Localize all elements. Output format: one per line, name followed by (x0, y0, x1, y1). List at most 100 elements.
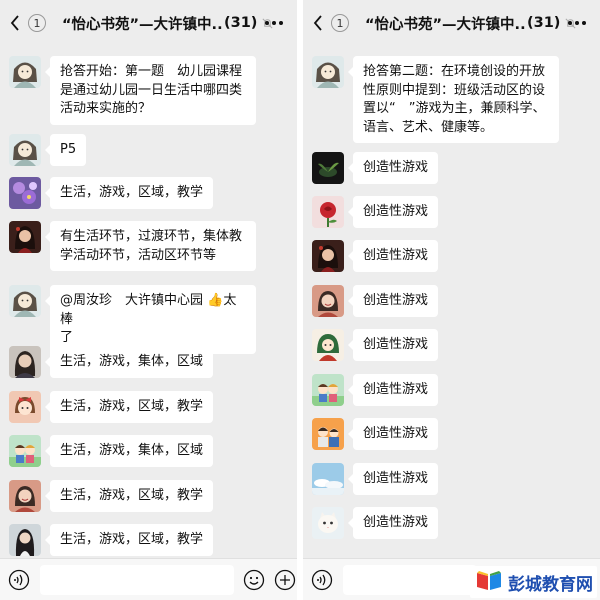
message-bubble[interactable]: 创造性游戏 (347, 152, 439, 184)
message-text-line: 创造性游戏 (363, 160, 429, 175)
message: 创造性游戏 (312, 418, 439, 450)
message-text-line: 置以“ ”游戏为主，兼顾科学、 (363, 101, 546, 116)
avatar-smiling-girl[interactable] (9, 480, 41, 512)
message-bubble[interactable]: 创造性游戏 (347, 285, 439, 317)
message-text-line: 活动来实施的？ (60, 101, 152, 116)
more-icon[interactable] (566, 14, 588, 32)
watermark: 彭城教育网 (470, 566, 597, 598)
message-text-line: @周汝珍 大许镇中心园 👍太棒 (60, 293, 237, 327)
message-bubble[interactable]: 抢答开始：第一题 幼儿园课程 是通过幼儿园一日生活中哪四类 活动来实施的？ (45, 56, 256, 125)
more-icon[interactable] (263, 14, 285, 32)
avatar-girl-sketch[interactable] (9, 56, 41, 88)
book-logo-icon (474, 568, 504, 596)
message-input[interactable] (343, 565, 477, 595)
message-bubble[interactable]: 创造性游戏 (347, 507, 439, 539)
watermark-text: 彭城教育网 (508, 574, 593, 595)
avatar-family-cartoon[interactable] (312, 418, 344, 450)
message-bubble[interactable]: 创造性游戏 (347, 463, 439, 495)
chat-pane-right: 1 “怡心书苑”—大许镇中... (31) 抢答第二题：在环境创设的开放 性原则… (303, 0, 600, 600)
member-count: (31) (527, 15, 561, 31)
unread-badge[interactable]: 1 (28, 14, 46, 32)
chat-input-bar (0, 558, 297, 600)
avatar-long-hair-girl[interactable] (9, 524, 41, 556)
avatar-white-cat[interactable] (312, 507, 344, 539)
message-text-line: 生活，游戏，区域，教学 (60, 185, 204, 200)
chat-pane-left: 1 “怡心书苑”—大许镇中... (31) 抢答开始：第一题 幼儿园课程 是通过… (0, 0, 297, 600)
avatar-dark-portrait[interactable] (9, 221, 41, 253)
message: 创造性游戏 (312, 285, 439, 317)
plus-icon[interactable] (274, 569, 296, 591)
message: 创造性游戏 (312, 196, 439, 228)
chevron-left-icon[interactable] (307, 6, 329, 40)
avatar-girl-sketch[interactable] (9, 285, 41, 317)
avatar-girl-sketch[interactable] (312, 56, 344, 88)
message-bubble[interactable]: 生活，游戏，区域，教学 (44, 480, 214, 512)
avatar-red-rose[interactable] (312, 196, 344, 228)
message-text-line: 生活，游戏，集体，区域 (60, 354, 204, 369)
message: 抢答开始：第一题 幼儿园课程 是通过幼儿园一日生活中哪四类 活动来实施的？ (9, 56, 256, 125)
message-text-line: 创造性游戏 (363, 204, 429, 219)
message-text-line: 创造性游戏 (363, 337, 429, 352)
avatar-dark-plant[interactable] (312, 152, 344, 184)
message-text-line: 生活，游戏，区域，教学 (60, 399, 204, 414)
message-bubble[interactable]: 创造性游戏 (347, 196, 439, 228)
message-bubble[interactable]: @周汝珍 大许镇中心园 👍太棒 了 (45, 285, 256, 354)
message: 生活，游戏，区域，教学 (9, 524, 214, 556)
message: @周汝珍 大许镇中心园 👍太棒 了 (9, 285, 256, 354)
message-input[interactable] (40, 565, 234, 595)
message: 创造性游戏 (312, 152, 439, 184)
message: 创造性游戏 (312, 329, 439, 361)
message-text-line: 创造性游戏 (363, 426, 429, 441)
message-text-line: 有生活环节，过渡环节，集体教 (60, 229, 243, 244)
message: 生活，游戏，区域，教学 (9, 177, 214, 209)
message: 有生活环节，过渡环节，集体教 学活动环节，活动区环节等 (9, 221, 256, 271)
message: 生活，游戏，集体，区域 (9, 346, 214, 378)
chevron-left-icon[interactable] (4, 6, 26, 40)
avatar-girl-bow[interactable] (9, 391, 41, 423)
message: 生活，游戏，区域，教学 (9, 391, 214, 423)
emoji-icon[interactable] (243, 569, 265, 591)
message-text-line: 学活动环节，活动区环节等 (60, 247, 217, 263)
message-bubble[interactable]: 生活，游戏，区域，教学 (44, 524, 214, 556)
message: 生活，游戏，集体，区域 (9, 435, 214, 467)
message-text-line: 了 (60, 330, 74, 345)
message-text-line: 抢答第二题：在环境创设的开放 (363, 64, 546, 79)
message-text-line: 生活，游戏，区域，教学 (60, 488, 204, 503)
message: 创造性游戏 (312, 374, 439, 406)
avatar-green-hood[interactable] (312, 329, 344, 361)
message: 抢答第二题：在环境创设的开放 性原则中提到：班级活动区的设 置以“ ”游戏为主，… (312, 56, 559, 143)
voice-icon[interactable] (8, 569, 30, 591)
avatar-purple-flower[interactable] (9, 177, 41, 209)
avatar-kids-cartoon[interactable] (312, 374, 344, 406)
unread-badge[interactable]: 1 (331, 14, 349, 32)
message-bubble[interactable]: 创造性游戏 (347, 240, 439, 272)
avatar-dark-portrait[interactable] (312, 240, 344, 272)
message-bubble[interactable]: 抢答第二题：在环境创设的开放 性原则中提到：班级活动区的设 置以“ ”游戏为主，… (348, 56, 559, 143)
message-bubble[interactable]: 生活，游戏，集体，区域 (44, 435, 214, 467)
message-bubble[interactable]: 生活，游戏，区域，教学 (44, 391, 214, 423)
member-count: (31) (224, 15, 258, 31)
message-bubble[interactable]: 有生活环节，过渡环节，集体教 学活动环节，活动区环节等 (45, 221, 256, 271)
avatar-woman-photo[interactable] (9, 346, 41, 378)
message-text-line: 生活，游戏，区域，教学 (60, 532, 204, 547)
message-text-line: 创造性游戏 (363, 293, 429, 308)
message-bubble[interactable]: 创造性游戏 (347, 374, 439, 406)
message-bubble[interactable]: 生活，游戏，区域，教学 (44, 177, 214, 209)
message-bubble[interactable]: 生活，游戏，集体，区域 (44, 346, 214, 378)
message-bubble[interactable]: 创造性游戏 (347, 418, 439, 450)
avatar-girl-sketch[interactable] (9, 134, 41, 166)
chat-title: “怡心书苑”—大许镇中... (62, 16, 222, 33)
avatar-kids-cartoon[interactable] (9, 435, 41, 467)
message-text-line: 是通过幼儿园一日生活中哪四类 (60, 82, 243, 98)
avatar-smiling-girl[interactable] (312, 285, 344, 317)
message-text-line: 性原则中提到：班级活动区的设 (363, 82, 546, 98)
voice-icon[interactable] (311, 569, 333, 591)
avatar-sky-clouds[interactable] (312, 463, 344, 495)
message-bubble[interactable]: 创造性游戏 (347, 329, 439, 361)
message: 创造性游戏 (312, 463, 439, 495)
message-text-line: 语言、艺术、健康等。 (363, 119, 494, 135)
message: 创造性游戏 (312, 240, 439, 272)
message: P5 (9, 134, 87, 166)
message-bubble[interactable]: P5 (44, 134, 87, 166)
chat-header: 1 “怡心书苑”—大许镇中... (31) (0, 0, 297, 46)
